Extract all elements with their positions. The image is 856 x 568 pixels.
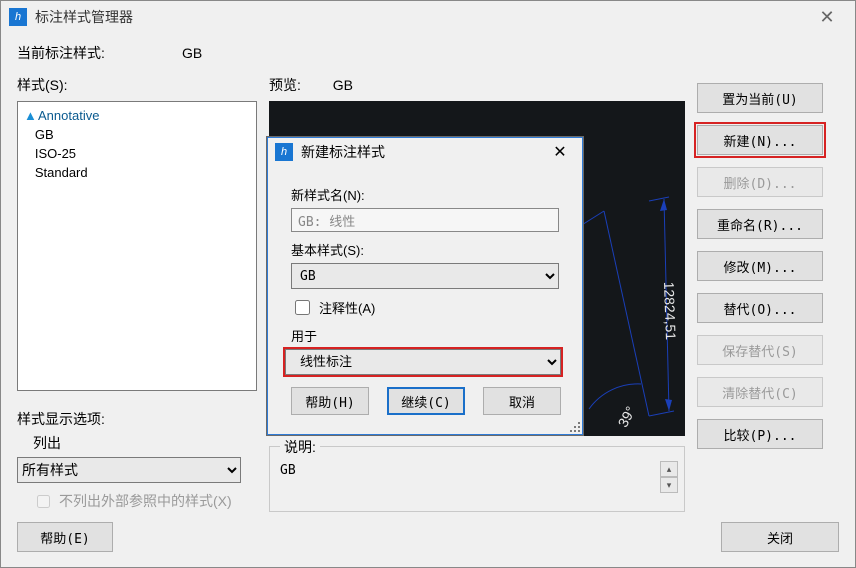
window-title: 标注样式管理器 (35, 7, 807, 27)
dim-value-right: 12824,51 (661, 281, 679, 340)
dialog-icon: h (275, 143, 293, 161)
current-style-row: 当前标注样式: GB (17, 41, 839, 65)
window-titlebar: h 标注样式管理器 ✕ (1, 1, 855, 33)
save-override-button: 保存替代(S) (697, 335, 823, 365)
xref-checkbox-label: 不列出外部参照中的样式(X) (59, 491, 232, 511)
annotative-checkbox[interactable] (295, 300, 310, 315)
app-icon: h (9, 8, 27, 26)
new-name-label: 新样式名(N): (291, 185, 565, 204)
xref-checkbox-row: 不列出外部参照中的样式(X) (17, 491, 257, 511)
right-button-column: 置为当前(U) 新建(N)... 删除(D)... 重命名(R)... 修改(M… (697, 83, 823, 512)
style-item-iso25[interactable]: ISO-25 (24, 144, 250, 163)
style-item-label: Annotative (38, 108, 99, 123)
rename-button[interactable]: 重命名(R)... (697, 209, 823, 239)
current-style-value: GB (182, 45, 202, 61)
modify-button[interactable]: 修改(M)... (697, 251, 823, 281)
set-current-button[interactable]: 置为当前(U) (697, 83, 823, 113)
display-options-group: 样式显示选项: 列出 所有样式 不列出外部参照中的样式(X) (17, 409, 257, 511)
resize-grip[interactable] (568, 420, 580, 432)
description-value: GB (280, 463, 296, 478)
style-item-annotative[interactable]: ▲Annotative (24, 106, 250, 125)
display-options-label: 样式显示选项: (17, 409, 257, 429)
description-group: 说明: GB ▴ ▾ (269, 446, 685, 512)
style-item-label: ISO-25 (35, 146, 76, 161)
dim-value-angle: 39° (615, 404, 639, 430)
style-item-standard[interactable]: Standard (24, 163, 250, 182)
new-name-input[interactable] (291, 208, 559, 232)
continue-button[interactable]: 继续(C) (387, 387, 465, 415)
annotative-row: 注释性(A) (291, 297, 565, 318)
filter-select[interactable]: 所有样式 (17, 457, 241, 483)
dialog-footer: 帮助(H) 继续(C) 取消 (267, 387, 583, 425)
use-for-label: 用于 (291, 326, 565, 345)
dim-style-manager-window: h 标注样式管理器 ✕ 当前标注样式: GB 样式(S): ▲Annotativ… (0, 0, 856, 568)
window-close-button[interactable]: ✕ (807, 3, 847, 31)
style-item-label: Standard (35, 165, 88, 180)
delete-button: 删除(D)... (697, 167, 823, 197)
dialog-title: 新建标注样式 (301, 142, 385, 162)
description-legend: 说明: (280, 437, 320, 457)
cancel-button[interactable]: 取消 (483, 387, 561, 415)
base-style-select[interactable]: GB (291, 263, 559, 289)
style-item-gb[interactable]: GB (24, 125, 250, 144)
style-item-label: GB (35, 127, 54, 142)
dialog-help-button[interactable]: 帮助(H) (291, 387, 369, 415)
preview-label: 预览: (269, 77, 301, 93)
dialog-titlebar: h 新建标注样式 ✕ (267, 137, 583, 167)
preview-label-row: 预览: GB (269, 75, 685, 95)
annotative-icon: ▲ (24, 106, 38, 125)
spinner-up[interactable]: ▴ (660, 461, 678, 477)
styles-label: 样式(S): (17, 75, 257, 95)
styles-listbox[interactable]: ▲Annotative GB ISO-25 Standard (17, 101, 257, 391)
left-column: 样式(S): ▲Annotative GB ISO-25 Standard 样式… (17, 75, 257, 512)
compare-button[interactable]: 比较(P)... (697, 419, 823, 449)
clear-override-button: 清除替代(C) (697, 377, 823, 407)
list-label: 列出 (17, 433, 257, 453)
override-button[interactable]: 替代(O)... (697, 293, 823, 323)
close-button[interactable]: 关闭 (721, 522, 839, 552)
base-style-label: 基本样式(S): (291, 240, 565, 259)
description-spinner[interactable]: ▴ ▾ (660, 461, 678, 493)
use-for-select[interactable]: 线性标注 (285, 349, 561, 375)
annotative-label: 注释性(A) (319, 298, 375, 317)
help-button[interactable]: 帮助(E) (17, 522, 113, 552)
dialog-body: 新样式名(N): 基本样式(S): GB 注释性(A) 用于 线性标注 (267, 167, 583, 387)
current-style-label: 当前标注样式: (17, 43, 182, 63)
preview-style-name: GB (333, 77, 353, 93)
new-button[interactable]: 新建(N)... (697, 125, 823, 155)
dialog-close-button[interactable]: ✕ (545, 140, 575, 164)
xref-checkbox (37, 495, 50, 508)
bottom-row: 帮助(E) 关闭 (17, 522, 839, 552)
new-dim-style-dialog: h 新建标注样式 ✕ 新样式名(N): 基本样式(S): GB 注释性(A) 用… (266, 136, 584, 436)
spinner-down[interactable]: ▾ (660, 477, 678, 493)
